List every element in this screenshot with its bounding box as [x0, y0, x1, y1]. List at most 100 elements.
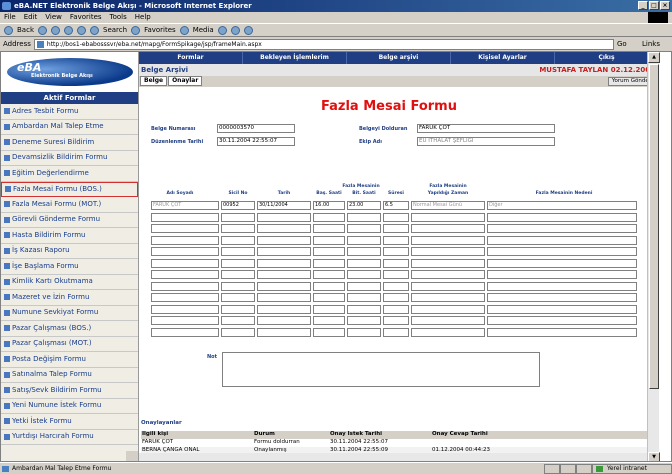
neden-select[interactable]	[487, 247, 637, 256]
bas-saati-field[interactable]	[313, 293, 345, 302]
stop-icon[interactable]	[51, 25, 60, 35]
zaman-select[interactable]	[411, 304, 485, 314]
tarih-field[interactable]	[257, 235, 311, 245]
bas-saati-field[interactable]	[313, 235, 345, 245]
bit-saati-field[interactable]	[347, 270, 381, 279]
zaman-select[interactable]: Normal Mesai Günü	[411, 201, 485, 210]
mail-icon[interactable]	[230, 25, 240, 35]
tarih-field[interactable]	[257, 212, 311, 222]
sidebar-item[interactable]: Pazar Çalışması (BOS.)	[1, 321, 138, 337]
bas-saati-field[interactable]	[313, 304, 345, 314]
nav-formlar[interactable]: Formlar	[139, 52, 243, 64]
adsoyad-field[interactable]	[151, 316, 219, 325]
bit-saati-field[interactable]	[347, 235, 381, 245]
sidebar-item[interactable]: Pazar Çalışması (MOT.)	[1, 337, 138, 352]
nav-kisisel-ayarlar[interactable]: Kişisel Ayarlar	[451, 52, 555, 64]
menu-edit[interactable]: Edit	[24, 12, 38, 23]
adsoyad-field[interactable]	[151, 281, 219, 291]
bas-saati-field[interactable]	[313, 327, 345, 337]
tab-onaylar[interactable]: Onaylar	[168, 76, 203, 86]
menu-file[interactable]: File	[4, 12, 16, 23]
sure-field[interactable]	[383, 258, 409, 268]
zaman-select[interactable]	[411, 293, 485, 302]
adsoyad-field[interactable]: FARUK ÇOT	[151, 201, 219, 210]
scroll-thumb[interactable]	[649, 64, 659, 389]
print-icon[interactable]	[243, 25, 253, 35]
sidebar-item[interactable]: Posta Değişim Formu	[1, 352, 138, 368]
sicil-field[interactable]	[221, 293, 255, 302]
duzenleme-field[interactable]: 30.11.2004 22:55:07	[217, 137, 295, 146]
menu-favorites[interactable]: Favorites	[70, 12, 102, 23]
sidebar-scroll-down[interactable]	[126, 451, 138, 461]
bas-saati-field[interactable]	[313, 258, 345, 268]
neden-select[interactable]	[487, 281, 637, 291]
sicil-field[interactable]: 00952	[221, 201, 255, 210]
minimize-button[interactable]: _	[638, 1, 648, 10]
menu-tools[interactable]: Tools	[110, 12, 127, 23]
tarih-field[interactable]	[257, 270, 311, 279]
bit-saati-field[interactable]	[347, 212, 381, 222]
sidebar-item[interactable]: İşe Başlama Formu	[1, 259, 138, 275]
menu-help[interactable]: Help	[135, 12, 151, 23]
adsoyad-field[interactable]	[151, 293, 219, 302]
tab-belge[interactable]: Belge	[140, 76, 168, 86]
bit-saati-field[interactable]	[347, 304, 381, 314]
media-icon[interactable]	[179, 25, 189, 35]
zaman-select[interactable]	[411, 258, 485, 268]
sicil-field[interactable]	[221, 270, 255, 279]
bit-saati-field[interactable]	[347, 316, 381, 325]
bit-saati-field[interactable]	[347, 224, 381, 233]
scroll-down-button[interactable]: ▼	[648, 452, 660, 461]
nav-bekleyen[interactable]: Bekleyen İşlemlerim	[243, 52, 347, 64]
neden-select[interactable]	[487, 258, 637, 268]
sure-field[interactable]	[383, 316, 409, 325]
maximize-button[interactable]: □	[649, 1, 659, 10]
media-label[interactable]: Media	[193, 26, 214, 34]
sure-field[interactable]: 6.5	[383, 201, 409, 210]
zaman-select[interactable]	[411, 212, 485, 222]
adsoyad-field[interactable]	[151, 224, 219, 233]
close-button[interactable]: ×	[660, 1, 670, 10]
scroll-up-button[interactable]: ▲	[648, 52, 660, 63]
sure-field[interactable]	[383, 304, 409, 314]
sidebar-item[interactable]: Fazla Mesai Formu (BOS.)	[1, 181, 138, 197]
sidebar-item[interactable]: Adres Tesbit Formu	[1, 104, 138, 120]
sidebar-item[interactable]: Kimlik Kartı Okutmama	[1, 275, 138, 290]
sidebar-item[interactable]: Eğitim Değerlendirme	[1, 166, 138, 182]
adsoyad-field[interactable]	[151, 270, 219, 279]
dolduran-field[interactable]: FARUK ÇOT	[417, 124, 555, 133]
tarih-field[interactable]	[257, 258, 311, 268]
go-button[interactable]: Go	[617, 40, 639, 48]
sidebar-item[interactable]: İş Kazası Raporu	[1, 244, 138, 259]
bas-saati-field[interactable]	[313, 270, 345, 279]
sure-field[interactable]	[383, 212, 409, 222]
neden-select[interactable]	[487, 304, 637, 314]
bas-saati-field[interactable]	[313, 212, 345, 222]
tarih-field[interactable]	[257, 304, 311, 314]
neden-select[interactable]	[487, 293, 637, 302]
adsoyad-field[interactable]	[151, 212, 219, 222]
sidebar-item[interactable]: Devamsizlik Bildirim Formu	[1, 151, 138, 166]
sidebar-item[interactable]: Fazla Mesai Formu (MOT.)	[1, 197, 138, 213]
sidebar-item[interactable]: Ambardan Mal Talep Etme	[1, 120, 138, 135]
sidebar-item[interactable]: Yetki İstek Formu	[1, 414, 138, 430]
tarih-field[interactable]: 30/11/2004	[257, 201, 311, 210]
zaman-select[interactable]	[411, 224, 485, 233]
vertical-scrollbar[interactable]: ▲ ▼	[647, 52, 660, 461]
ekip-select[interactable]: EU ITHALAT ŞEFLİĞİ	[417, 137, 555, 146]
sure-field[interactable]	[383, 327, 409, 337]
bas-saati-field[interactable]	[313, 281, 345, 291]
tarih-field[interactable]	[257, 224, 311, 233]
bit-saati-field[interactable]	[347, 281, 381, 291]
tarih-field[interactable]	[257, 327, 311, 337]
bas-saati-field[interactable]	[313, 316, 345, 325]
adsoyad-field[interactable]	[151, 235, 219, 245]
back-label[interactable]: Back	[17, 26, 34, 34]
sidebar-item[interactable]: Yeni Numune İstek Formu	[1, 399, 138, 414]
back-icon[interactable]	[4, 25, 13, 35]
sure-field[interactable]	[383, 270, 409, 279]
tarih-field[interactable]	[257, 281, 311, 291]
sidebar-item[interactable]: Yurtdışı Harcırah Formu	[1, 430, 138, 445]
nav-belge-arsivi[interactable]: Belge arşivi	[347, 52, 451, 64]
tarih-field[interactable]	[257, 247, 311, 256]
